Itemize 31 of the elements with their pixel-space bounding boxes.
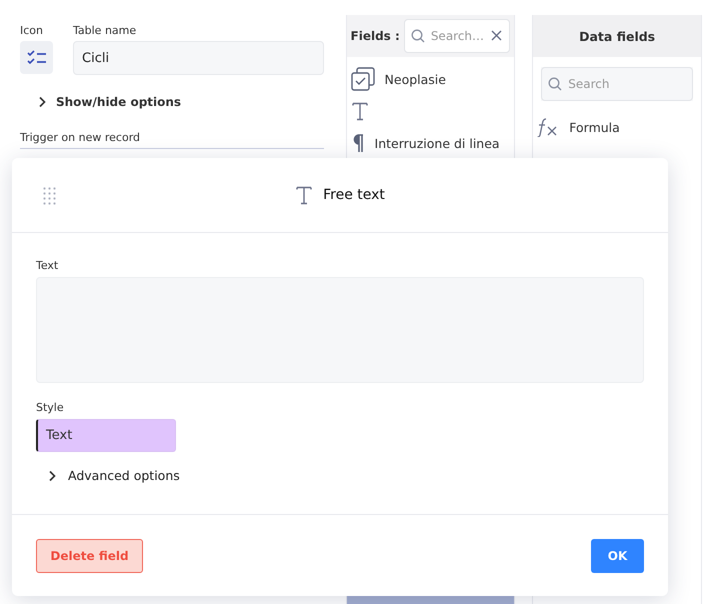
field-label: Icon xyxy=(20,24,44,37)
style-select[interactable]: Text xyxy=(36,419,176,452)
panel-title: Data fields xyxy=(533,15,701,57)
field-label: Text xyxy=(36,259,60,272)
close-icon[interactable] xyxy=(491,30,502,41)
search-field[interactable]: Search xyxy=(541,67,693,101)
panel-label: Fields : xyxy=(350,29,400,43)
dialog-title: Free text xyxy=(323,187,385,203)
formula-icon xyxy=(537,117,560,137)
field-label: Table name xyxy=(73,24,138,37)
drag-handle-icon[interactable] xyxy=(43,187,57,206)
pilcrow-icon xyxy=(350,133,365,153)
field-label: Trigger on new record xyxy=(20,131,142,144)
search-icon xyxy=(410,29,425,43)
text-icon xyxy=(295,185,314,205)
chevron-icon xyxy=(48,470,56,482)
name-field[interactable]: Cicli xyxy=(73,41,324,75)
text-icon xyxy=(350,101,369,121)
search-icon xyxy=(548,77,562,91)
checkbox-icon xyxy=(350,67,375,91)
ok-button[interactable]: OK xyxy=(591,538,644,572)
search-field[interactable]: Search… xyxy=(404,19,510,53)
advanced-options-toggle[interactable]: Advanced options xyxy=(48,468,180,483)
options-toggle[interactable]: Show/hide options xyxy=(38,95,182,109)
field-item[interactable]: Neoplasie xyxy=(350,63,510,95)
chevron-icon xyxy=(38,96,46,108)
icon-button[interactable] xyxy=(20,41,53,74)
field-type-item[interactable]: Formula xyxy=(537,111,697,143)
field-item[interactable]: Interruzione di linea xyxy=(350,127,510,159)
field-label: Style xyxy=(36,401,65,414)
checklist-icon xyxy=(26,50,46,66)
